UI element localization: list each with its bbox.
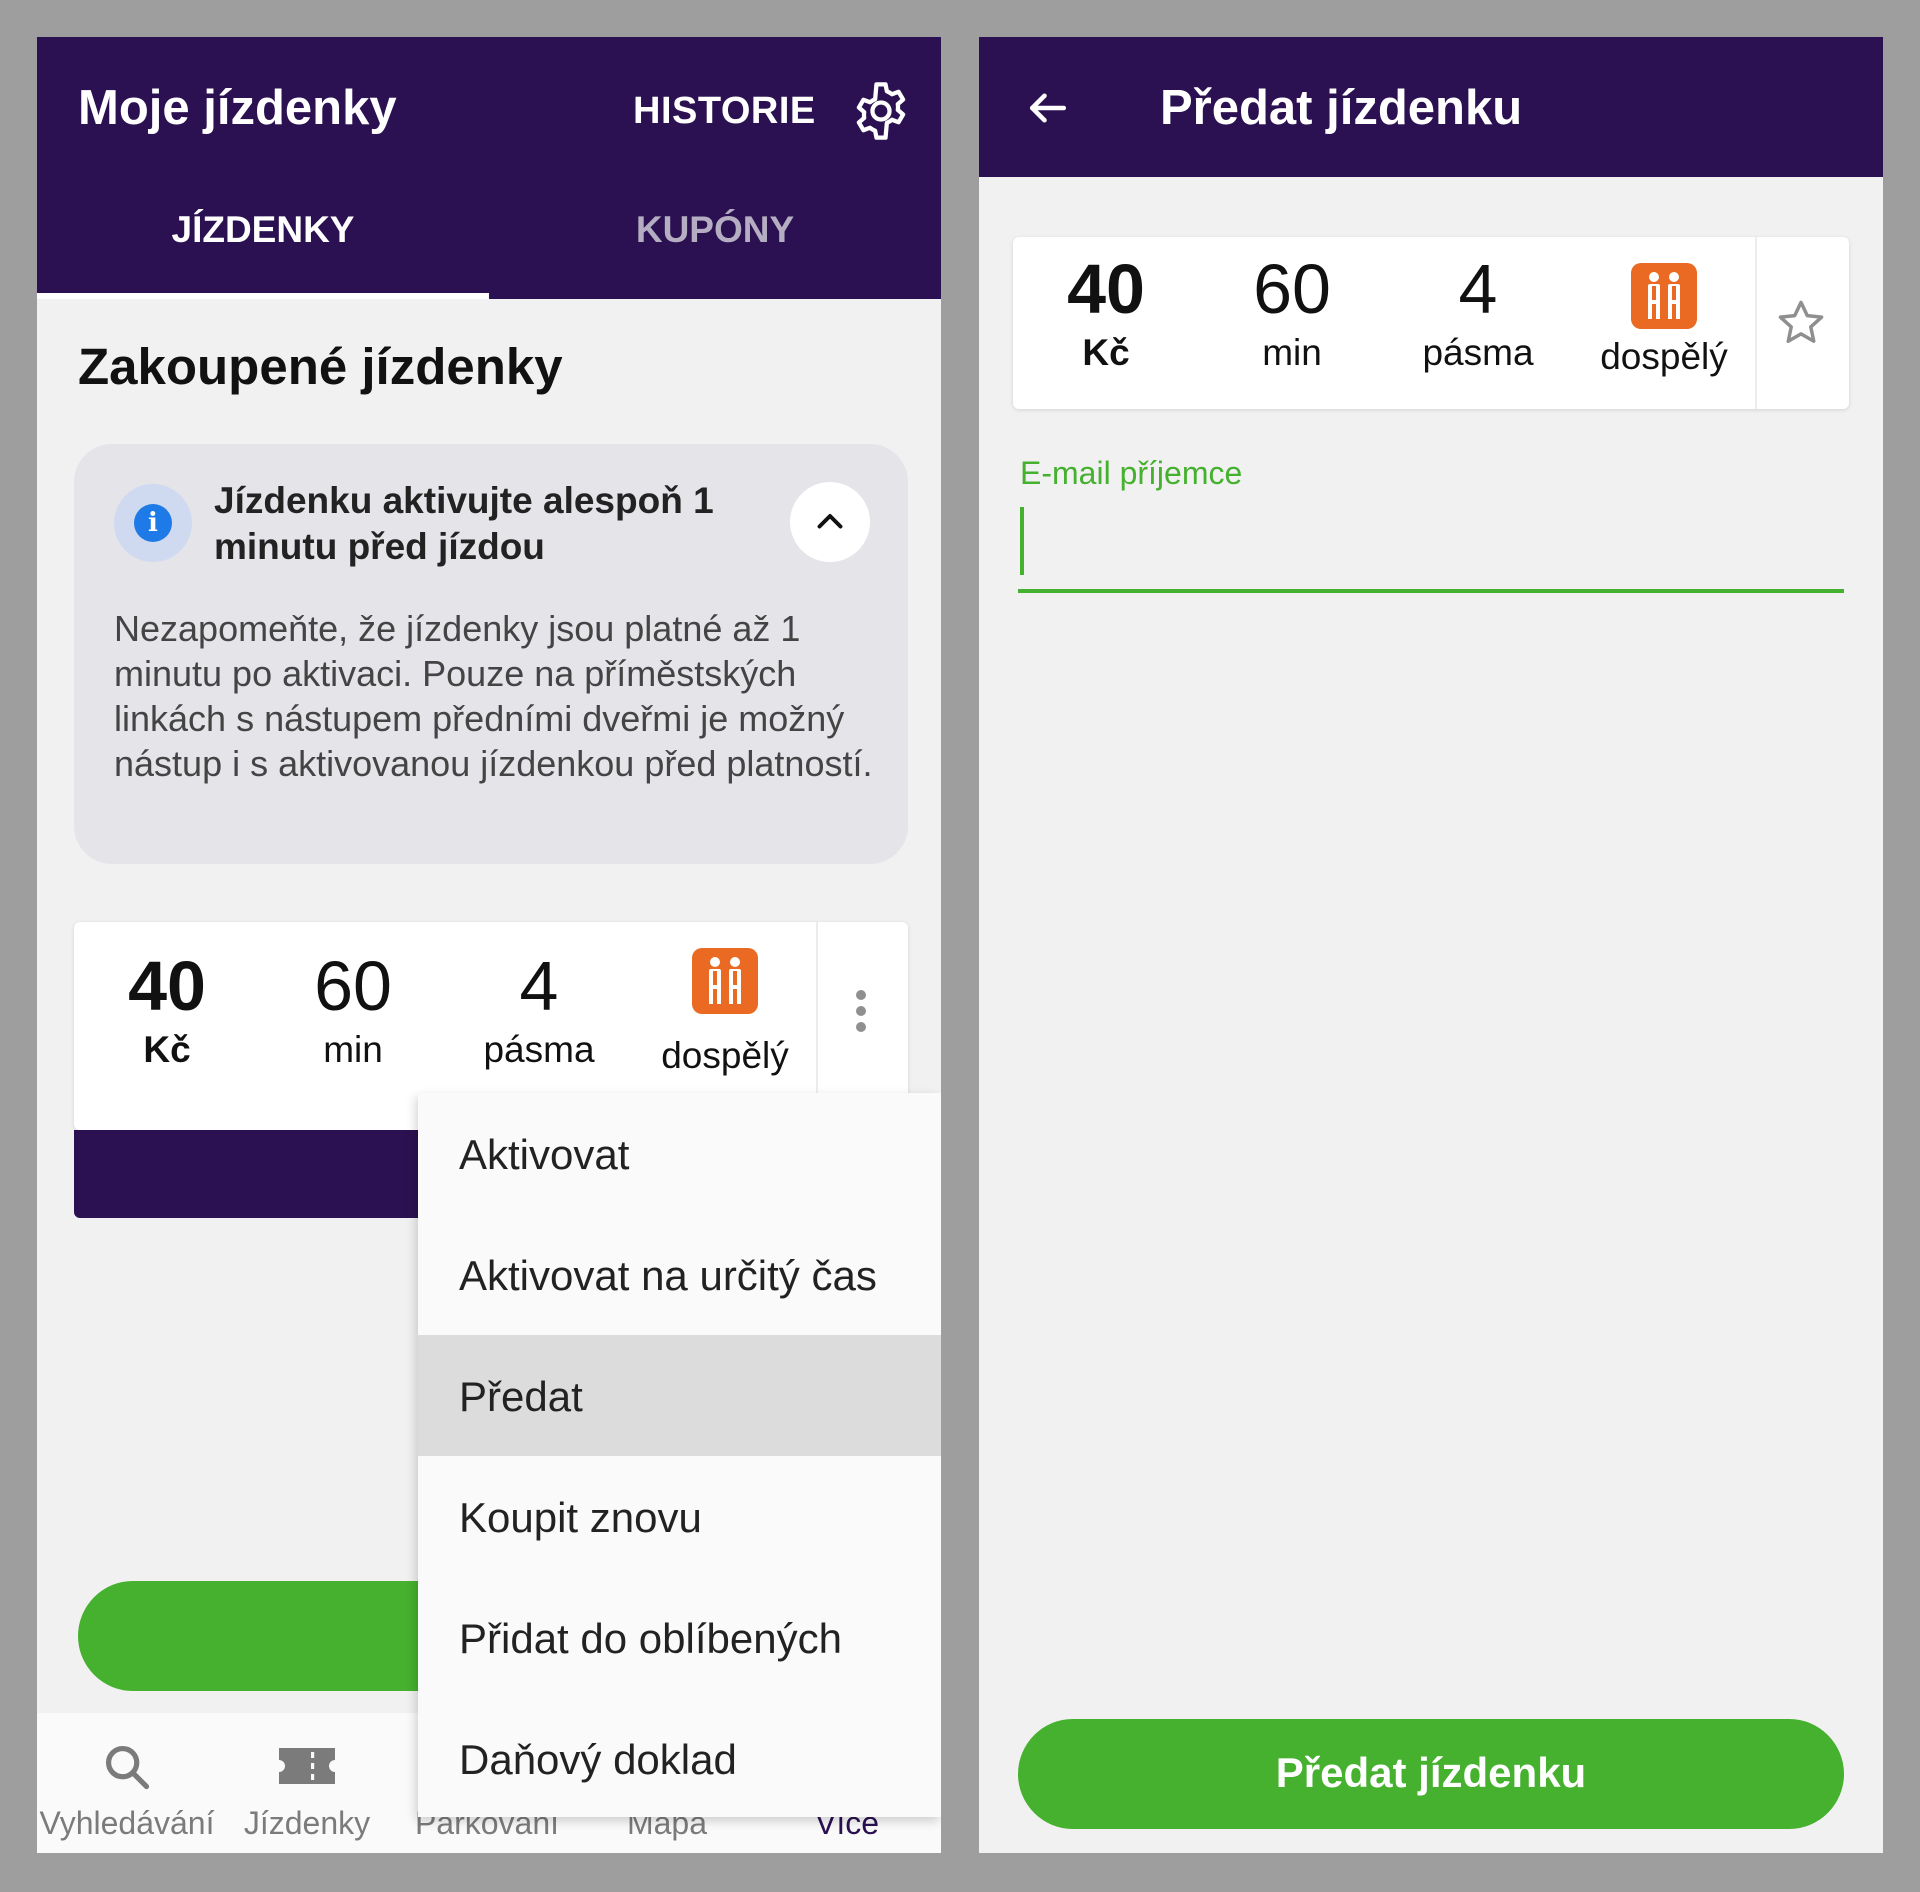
tab-jizdenky[interactable]: JÍZDENKY (37, 209, 489, 251)
menu-item-koupit-znovu[interactable]: Koupit znovu (418, 1456, 941, 1577)
ticket-passenger: dospělý (1571, 237, 1757, 379)
history-button[interactable]: HISTORIE (633, 90, 816, 133)
arrow-left-icon[interactable] (1025, 87, 1071, 129)
duration-value: 60 (314, 947, 392, 1025)
app-header: Předat jízdenku (979, 37, 1883, 177)
menu-item-label: Předat (459, 1373, 583, 1420)
zones-unit: pásma (1422, 332, 1534, 373)
menu-item-predat[interactable]: Předat (418, 1335, 941, 1456)
adult-icon (1631, 263, 1697, 329)
tab-indicator (37, 293, 489, 299)
menu-item-label: Koupit znovu (459, 1494, 702, 1541)
ticket-zones: 4 pásma (446, 922, 632, 1072)
menu-item-label: Aktivovat na určitý čas (459, 1252, 877, 1299)
ticket-duration: 60 min (1199, 237, 1385, 375)
passenger-label: dospělý (661, 1035, 789, 1076)
hand-over-label: Předat jízdenku (1275, 1749, 1587, 1796)
duration-unit: min (323, 1029, 383, 1070)
text-caret (1020, 507, 1024, 575)
chevron-up-icon[interactable] (790, 482, 870, 562)
tab-kupony[interactable]: KUPÓNY (489, 209, 941, 251)
adult-icon (692, 948, 758, 1014)
gear-icon[interactable] (849, 79, 913, 143)
zones-unit: pásma (483, 1029, 595, 1070)
info-card: i Jízdenku aktivujte alespoň 1 minutu př… (74, 444, 908, 864)
passenger-label: dospělý (1600, 336, 1728, 377)
info-title: Jízdenku aktivujte alespoň 1 minutu před… (214, 480, 714, 567)
kebab-icon[interactable] (856, 990, 866, 1038)
page-title: Moje jízdenky (78, 81, 397, 135)
ticket-divider (1755, 237, 1757, 409)
ticket-icon (279, 1748, 335, 1784)
menu-item-danovy-doklad[interactable]: Daňový doklad (418, 1698, 941, 1819)
duration-unit: min (1262, 332, 1322, 373)
info-icon-wrap: i (114, 484, 192, 562)
left-screen: Moje jízdenky HISTORIE JÍZDENKY KUPÓNY Z… (37, 37, 941, 1853)
email-input[interactable] (1018, 507, 1844, 593)
menu-item-label: Aktivovat (459, 1131, 630, 1178)
price-unit: Kč (1082, 332, 1130, 373)
ticket-context-menu: Aktivovat Aktivovat na určitý čas Předat… (418, 1093, 941, 1817)
app-header: Moje jízdenky HISTORIE JÍZDENKY KUPÓNY (37, 37, 941, 299)
page-title: Předat jízdenku (1160, 81, 1523, 135)
price-value: 40 (128, 947, 206, 1025)
menu-item-aktivovat[interactable]: Aktivovat (418, 1093, 941, 1214)
zones-value: 4 (1458, 250, 1498, 328)
menu-item-pridat-do-oblibenych[interactable]: Přidat do oblíbených (418, 1577, 941, 1698)
menu-item-label: Přidat do oblíbených (459, 1615, 842, 1662)
right-screen: Předat jízdenku 40 Kč 60 min 4 pásma dos… (979, 37, 1883, 1853)
star-outline-icon[interactable] (1775, 297, 1827, 349)
email-label: E-mail příjemce (1020, 455, 1243, 491)
menu-item-label: Daňový doklad (459, 1736, 737, 1783)
ticket-price: 40 Kč (74, 922, 260, 1072)
nav-label: Vyhledávání (39, 1805, 215, 1841)
ticket-card: 40 Kč 60 min 4 pásma dospělý (1013, 237, 1849, 409)
section-title: Zakoupené jízdenky (78, 338, 563, 395)
nav-label: Jízdenky (243, 1805, 371, 1841)
zones-value: 4 (519, 947, 559, 1025)
price-unit: Kč (143, 1029, 191, 1070)
info-body: Nezapomeňte, že jízdenky jsou platné až … (114, 608, 873, 784)
ticket-price: 40 Kč (1013, 237, 1199, 375)
price-value: 40 (1067, 250, 1145, 328)
search-icon (105, 1745, 150, 1790)
menu-item-aktivovat-na-cas[interactable]: Aktivovat na určitý čas (418, 1214, 941, 1335)
ticket-passenger: dospělý (632, 922, 818, 1078)
ticket-duration: 60 min (260, 922, 446, 1072)
hand-over-button[interactable]: Předat jízdenku (1018, 1719, 1844, 1829)
duration-value: 60 (1253, 250, 1331, 328)
info-icon: i (134, 504, 172, 542)
ticket-zones: 4 pásma (1385, 237, 1571, 375)
